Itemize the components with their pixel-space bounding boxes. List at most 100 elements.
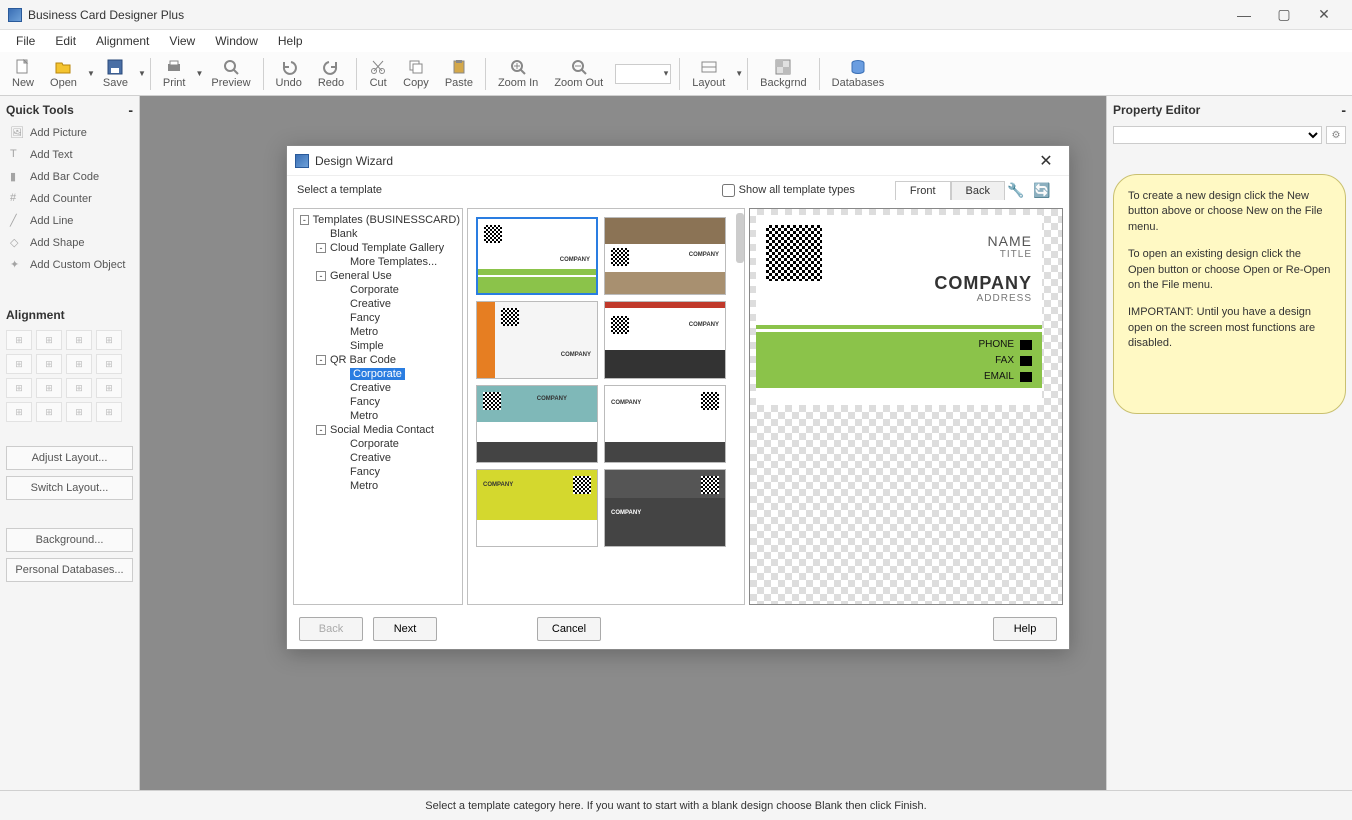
quick-tool-add-line[interactable]: ╱Add Line xyxy=(6,210,133,232)
tree-item-fancy[interactable]: Fancy xyxy=(296,395,460,409)
align-button-5[interactable]: ⊞ xyxy=(36,354,62,374)
open-dropdown-icon[interactable]: ▼ xyxy=(85,69,95,78)
maximize-button[interactable]: ▢ xyxy=(1264,3,1304,27)
align-button-3[interactable]: ⊞ xyxy=(96,330,122,350)
template-tree[interactable]: -Templates (BUSINESSCARD)Blank-Cloud Tem… xyxy=(293,208,463,605)
personal-databases-button[interactable]: Personal Databases... xyxy=(6,558,133,582)
align-button-13[interactable]: ⊞ xyxy=(36,402,62,422)
print-button[interactable]: Print xyxy=(155,57,194,91)
next-button[interactable]: Next xyxy=(373,617,437,641)
show-all-checkbox-input[interactable] xyxy=(722,184,735,197)
cut-button[interactable]: Cut xyxy=(361,57,395,91)
property-object-select[interactable] xyxy=(1113,126,1322,144)
template-thumbnail-7[interactable]: COMPANY xyxy=(604,469,726,547)
menu-help[interactable]: Help xyxy=(268,32,313,50)
background-button[interactable]: Background... xyxy=(6,528,133,552)
align-button-8[interactable]: ⊞ xyxy=(6,378,32,398)
quick-tool-add-bar-code[interactable]: ▮Add Bar Code xyxy=(6,166,133,188)
quick-tools-collapse-icon[interactable]: - xyxy=(128,102,133,118)
open-button[interactable]: Open xyxy=(42,57,85,91)
tree-item-cloud-template-gallery[interactable]: -Cloud Template Gallery xyxy=(296,241,460,255)
tree-item-simple[interactable]: Simple xyxy=(296,339,460,353)
layout-button[interactable]: Layout xyxy=(684,57,733,91)
undo-button[interactable]: Undo xyxy=(268,57,310,91)
tab-back[interactable]: Back xyxy=(951,181,1005,200)
align-button-6[interactable]: ⊞ xyxy=(66,354,92,374)
tree-item-metro[interactable]: Metro xyxy=(296,325,460,339)
tree-item-fancy[interactable]: Fancy xyxy=(296,311,460,325)
menu-edit[interactable]: Edit xyxy=(45,32,86,50)
databases-button[interactable]: Databases xyxy=(824,57,893,91)
tree-item-corporate[interactable]: Corporate xyxy=(296,437,460,451)
tree-item-metro[interactable]: Metro xyxy=(296,409,460,423)
tree-expand-icon[interactable]: - xyxy=(316,271,326,281)
tree-expand-icon[interactable]: - xyxy=(316,425,326,435)
preview-button[interactable]: Preview xyxy=(203,57,258,91)
template-thumbnail-2[interactable]: COMPANY xyxy=(476,301,598,379)
tree-item-metro[interactable]: Metro xyxy=(296,479,460,493)
tree-item-general-use[interactable]: -General Use xyxy=(296,269,460,283)
tree-expand-icon[interactable]: - xyxy=(316,243,326,253)
tree-expand-icon[interactable]: - xyxy=(316,355,326,365)
tree-item-corporate[interactable]: Corporate xyxy=(296,367,460,381)
align-button-15[interactable]: ⊞ xyxy=(96,402,122,422)
menu-window[interactable]: Window xyxy=(205,32,268,50)
tree-item-creative[interactable]: Creative xyxy=(296,297,460,311)
tree-item-templates-businesscard-[interactable]: -Templates (BUSINESSCARD) xyxy=(296,213,460,227)
cancel-button[interactable]: Cancel xyxy=(537,617,601,641)
template-thumbnail-5[interactable]: COMPANY xyxy=(604,385,726,463)
tree-item-fancy[interactable]: Fancy xyxy=(296,465,460,479)
help-button[interactable]: Help xyxy=(993,617,1057,641)
adjust-layout-button[interactable]: Adjust Layout... xyxy=(6,446,133,470)
property-editor-collapse-icon[interactable]: - xyxy=(1341,102,1346,118)
tree-expand-icon[interactable]: - xyxy=(300,215,309,225)
copy-button[interactable]: Copy xyxy=(395,57,437,91)
template-thumbnail-3[interactable]: COMPANY xyxy=(604,301,726,379)
backgrnd-button[interactable]: Backgrnd xyxy=(752,57,814,91)
align-button-4[interactable]: ⊞ xyxy=(6,354,32,374)
save-button[interactable]: Save xyxy=(95,57,136,91)
dialog-close-button[interactable]: ✕ xyxy=(1031,149,1061,173)
close-button[interactable]: ✕ xyxy=(1304,3,1344,27)
show-all-templates-checkbox[interactable]: Show all template types xyxy=(722,184,855,197)
tree-item-blank[interactable]: Blank xyxy=(296,227,460,241)
paste-button[interactable]: Paste xyxy=(437,57,481,91)
quick-tool-add-custom-object[interactable]: ✦Add Custom Object xyxy=(6,254,133,276)
redo-button[interactable]: Redo xyxy=(310,57,352,91)
quick-tool-add-picture[interactable]: 🖼Add Picture xyxy=(6,122,133,144)
template-thumbnail-1[interactable]: COMPANY xyxy=(604,217,726,295)
back-button[interactable]: Back xyxy=(299,617,363,641)
align-button-12[interactable]: ⊞ xyxy=(6,402,32,422)
zoom-combo[interactable] xyxy=(615,64,671,84)
tree-item-qr-bar-code[interactable]: -QR Bar Code xyxy=(296,353,460,367)
tab-front[interactable]: Front xyxy=(895,181,951,200)
tree-item-creative[interactable]: Creative xyxy=(296,381,460,395)
quick-tool-add-text[interactable]: TAdd Text xyxy=(6,144,133,166)
tree-item-more-templates-[interactable]: More Templates... xyxy=(296,255,460,269)
wrench-icon[interactable]: 🔧 xyxy=(1005,179,1027,201)
template-thumbnail-6[interactable]: COMPANY xyxy=(476,469,598,547)
switch-layout-button[interactable]: Switch Layout... xyxy=(6,476,133,500)
template-thumbnail-4[interactable]: COMPANY xyxy=(476,385,598,463)
tree-item-corporate[interactable]: Corporate xyxy=(296,283,460,297)
save-dropdown-icon[interactable]: ▼ xyxy=(136,69,146,78)
new-button[interactable]: New xyxy=(4,57,42,91)
align-button-1[interactable]: ⊞ xyxy=(36,330,62,350)
zoomout-button[interactable]: Zoom Out xyxy=(546,57,611,91)
print-dropdown-icon[interactable]: ▼ xyxy=(193,69,203,78)
refresh-icon[interactable]: 🔄 xyxy=(1031,179,1053,201)
tree-item-creative[interactable]: Creative xyxy=(296,451,460,465)
align-button-7[interactable]: ⊞ xyxy=(96,354,122,374)
align-button-11[interactable]: ⊞ xyxy=(96,378,122,398)
align-button-10[interactable]: ⊞ xyxy=(66,378,92,398)
property-settings-icon[interactable]: ⚙ xyxy=(1326,126,1346,144)
thumbnails-scrollbar[interactable] xyxy=(736,213,744,263)
layout-dropdown-icon[interactable]: ▼ xyxy=(733,69,743,78)
template-thumbnail-0[interactable]: COMPANY xyxy=(476,217,598,295)
menu-alignment[interactable]: Alignment xyxy=(86,32,159,50)
quick-tool-add-shape[interactable]: ◇Add Shape xyxy=(6,232,133,254)
tree-item-social-media-contact[interactable]: -Social Media Contact xyxy=(296,423,460,437)
align-button-14[interactable]: ⊞ xyxy=(66,402,92,422)
minimize-button[interactable]: — xyxy=(1224,3,1264,27)
zoomin-button[interactable]: Zoom In xyxy=(490,57,546,91)
